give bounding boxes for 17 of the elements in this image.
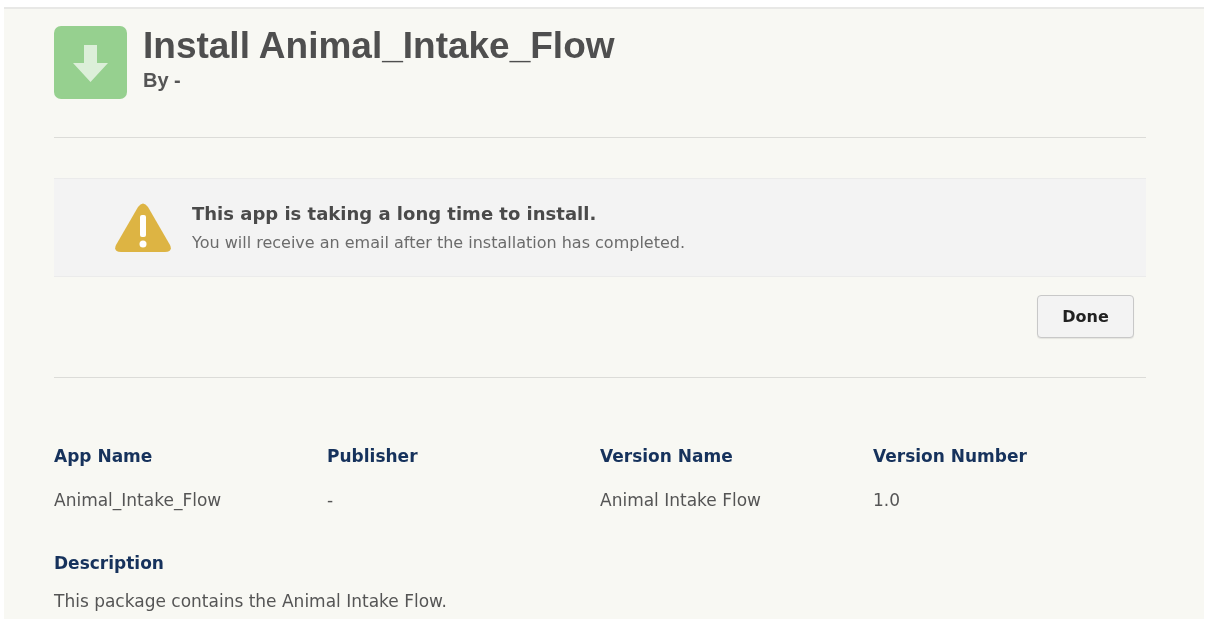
- publisher-byline: By -: [143, 69, 182, 90]
- field-value: 1.0: [873, 488, 902, 512]
- field-value: -: [327, 488, 335, 512]
- field-value: Animal_Intake_Flow: [54, 488, 223, 513]
- page-title: Install Animal_Intake_Flow: [143, 27, 615, 66]
- download-icon: [54, 26, 127, 99]
- description-label: Description: [54, 553, 165, 574]
- field-value: Animal Intake Flow: [600, 488, 762, 512]
- warning-icon: [114, 202, 172, 253]
- field-label: Publisher: [327, 445, 419, 468]
- field-label: App Name: [54, 445, 154, 468]
- field-label: Version Number: [873, 445, 1028, 468]
- done-button[interactable]: Done: [1037, 295, 1134, 338]
- description-text: This package contains the Animal Intake Flow.: [54, 591, 448, 612]
- field-label: Version Name: [600, 445, 734, 468]
- alert-message: You will receive an email after the installation has completed.: [192, 232, 686, 254]
- alert-title: This app is taking a long time to install.: [192, 202, 598, 226]
